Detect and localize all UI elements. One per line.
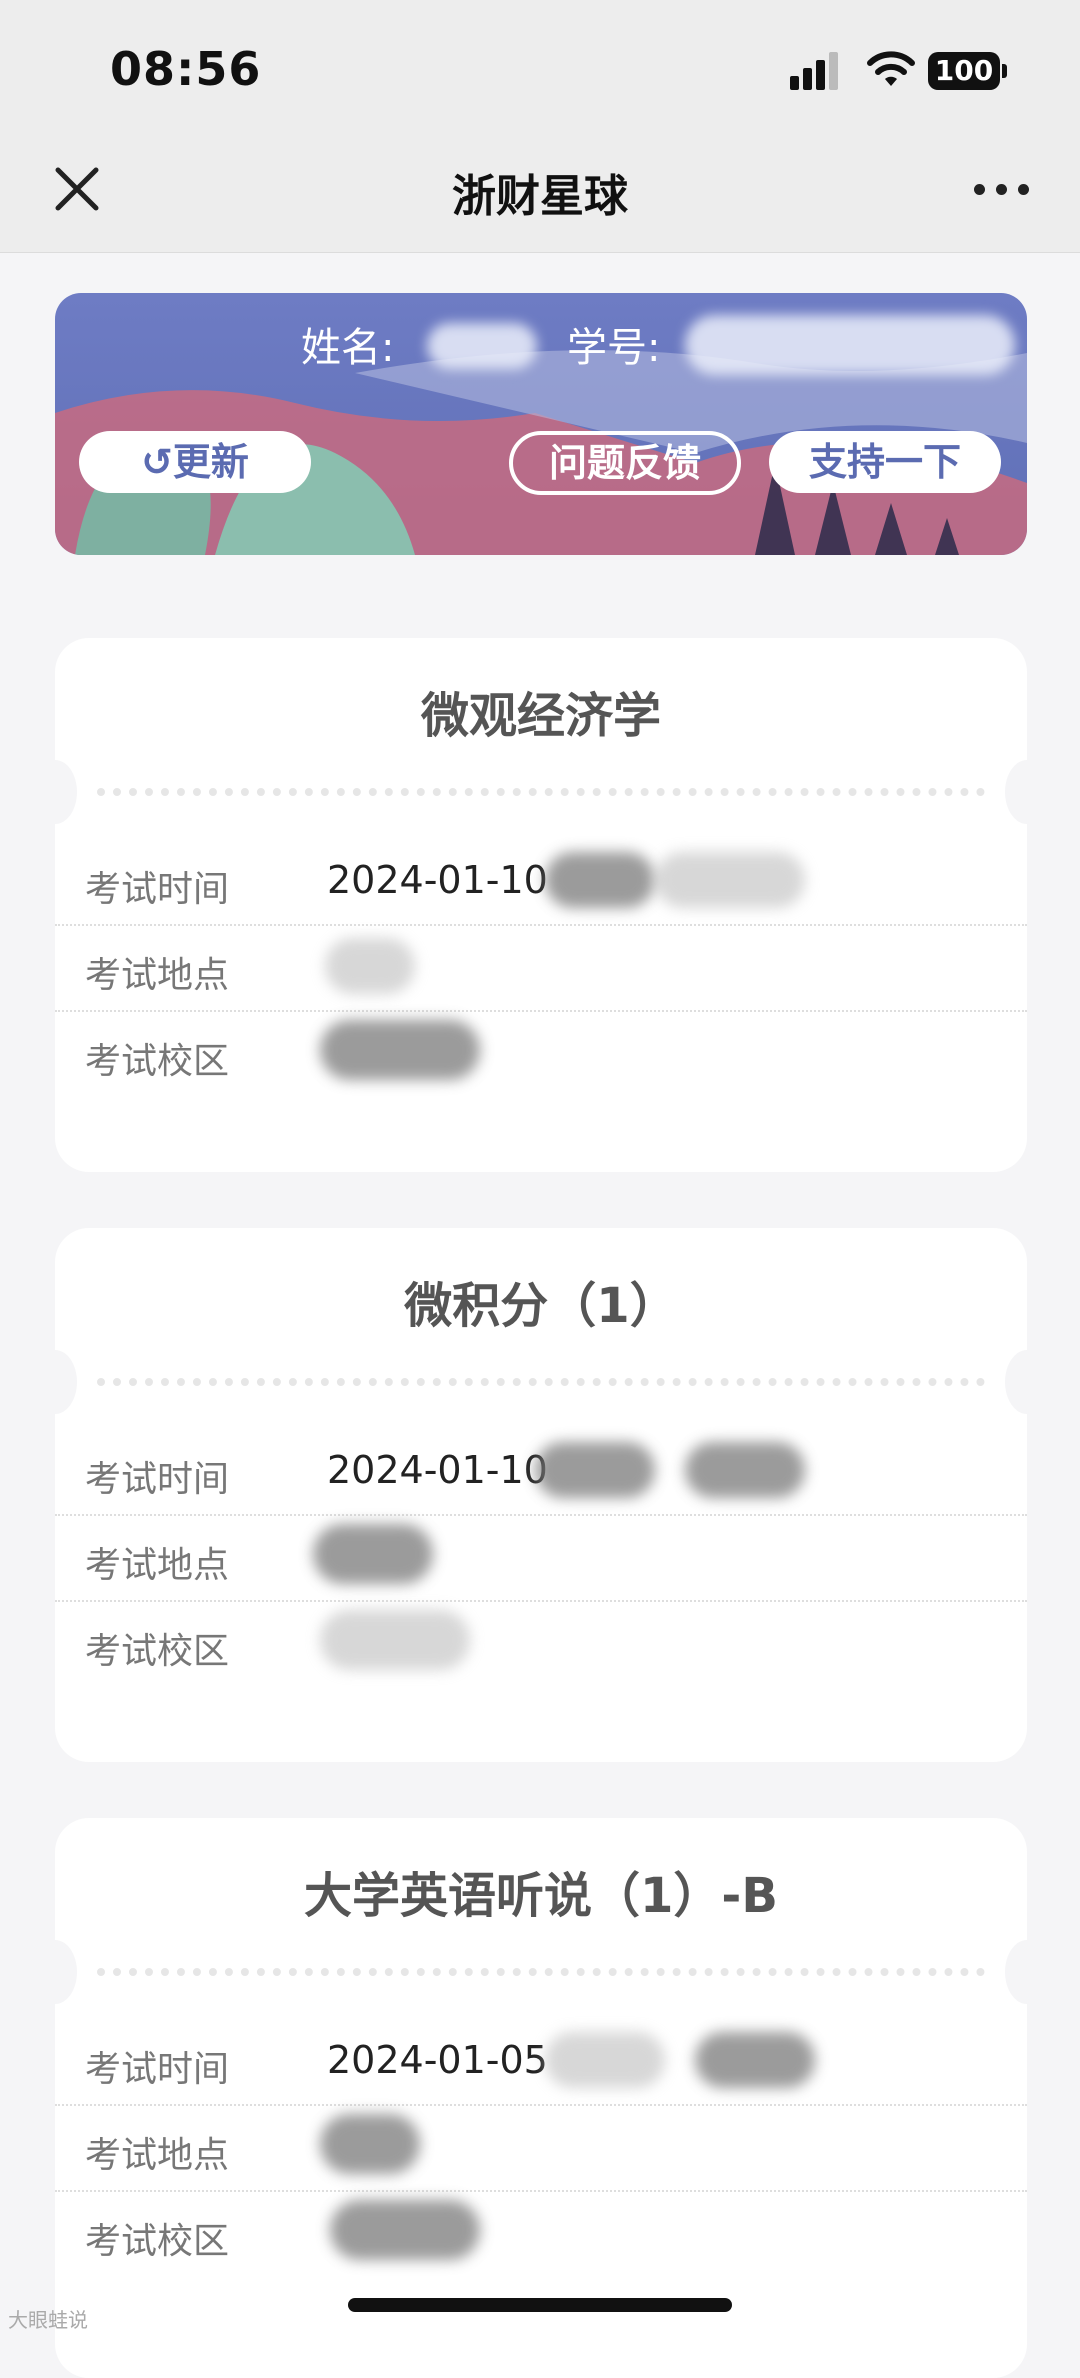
support-button[interactable]: 支持一下 (769, 431, 1001, 493)
student-id-label: 学号: (567, 325, 661, 371)
redacted-student-id (685, 315, 1015, 375)
battery-icon: 100 (928, 52, 1007, 90)
page-title: 浙财星球 (452, 171, 628, 222)
exam-place-row: 考试地点 (55, 924, 1027, 1012)
status-time: 08:56 (110, 42, 262, 96)
exam-time-row: 考试时间 2024-01-10 (55, 1428, 1027, 1516)
exam-campus-row: 考试校区 (55, 1600, 1027, 1686)
exam-place-label: 考试地点 (85, 1545, 230, 1586)
top-bar: 08:56 100 浙财星球 (0, 0, 1080, 253)
name-label: 姓名: (301, 325, 395, 371)
exam-campus-row: 考试校区 (55, 2190, 1027, 2276)
exam-place-row: 考试地点 (55, 2104, 1027, 2192)
cellular-signal-icon (790, 52, 840, 90)
more-options-icon[interactable] (974, 184, 1030, 196)
exam-place-row: 考试地点 (55, 1514, 1027, 1602)
exam-time-label: 考试时间 (85, 2049, 230, 2090)
feedback-button[interactable]: 问题反馈 (509, 431, 741, 495)
redacted-name (427, 323, 537, 369)
exam-time-value: 2024-01-10 (327, 1448, 548, 1492)
home-indicator[interactable] (348, 2298, 732, 2312)
exam-campus-label: 考试校区 (85, 1631, 230, 1672)
exam-time-row: 考试时间 2024-01-10 (55, 838, 1027, 926)
exam-campus-row: 考试校区 (55, 1010, 1027, 1096)
exam-time-label: 考试时间 (85, 869, 230, 910)
exam-time-row: 考试时间 2024-01-05 (55, 2018, 1027, 2106)
refresh-button[interactable]: ↺更新 (79, 431, 311, 493)
exam-place-label: 考试地点 (85, 2135, 230, 2176)
exam-card: 微观经济学 考试时间 2024-01-10 考试地点 考试校区 (33, 638, 1049, 1172)
exam-campus-label: 考试校区 (85, 1041, 230, 1082)
dotted-divider (97, 1378, 985, 1386)
dotted-divider (97, 1968, 985, 1976)
exam-card: 微积分（1） 考试时间 2024-01-10 考试地点 考试校区 (33, 1228, 1049, 1762)
exam-time-value: 2024-01-10 (327, 858, 548, 902)
exam-place-label: 考试地点 (85, 955, 230, 996)
exam-time-value: 2024-01-05 (327, 2038, 548, 2082)
wifi-icon (867, 51, 915, 86)
student-info-banner: 姓名: 学号: ↺更新 问题反馈 支持一下 (55, 293, 1027, 555)
course-name: 微观经济学 (420, 688, 661, 744)
exam-campus-label: 考试校区 (85, 2221, 230, 2262)
dotted-divider (97, 788, 985, 796)
exam-time-label: 考试时间 (85, 1459, 230, 1500)
course-name: 大学英语听说（1）-B (304, 1868, 778, 1924)
course-name: 微积分（1） (404, 1278, 678, 1334)
watermark: 大眼蛙说 (8, 2308, 88, 2332)
exam-card: 大学英语听说（1）-B 考试时间 2024-01-05 考试地点 考试校区 (33, 1818, 1049, 2378)
